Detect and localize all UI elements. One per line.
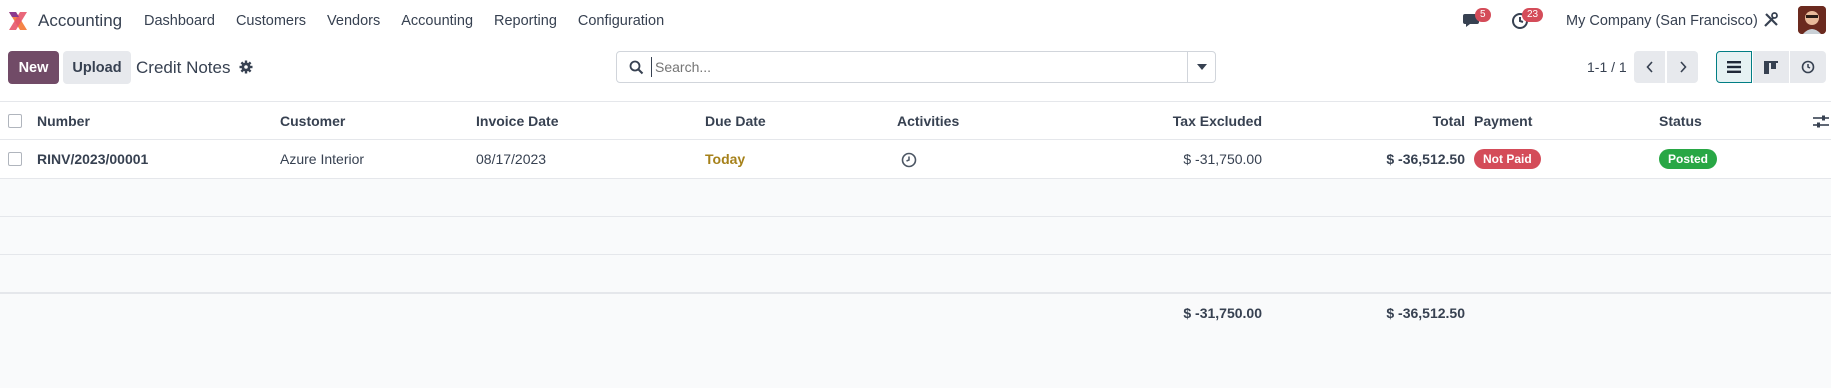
cell-number: RINV/2023/00001 — [37, 151, 149, 167]
status-badge: Posted — [1659, 149, 1718, 169]
search-options-toggle[interactable] — [1187, 52, 1215, 82]
kanban-view-button[interactable] — [1753, 51, 1789, 83]
menu-vendors[interactable]: Vendors — [327, 13, 380, 29]
menu-dashboard[interactable]: Dashboard — [144, 13, 215, 29]
table-header: Number Customer Invoice Date Due Date Ac… — [0, 102, 1831, 140]
company-switcher[interactable]: My Company (San Francisco) — [1566, 13, 1758, 29]
select-all-checkbox[interactable] — [8, 114, 22, 128]
column-customer[interactable]: Customer — [280, 113, 345, 129]
menu-configuration[interactable]: Configuration — [578, 13, 664, 29]
pager-previous-button[interactable] — [1634, 51, 1665, 83]
cell-tax-excluded: $ -31,750.00 — [1183, 151, 1262, 167]
upload-button[interactable]: Upload — [63, 51, 131, 84]
pager-value[interactable]: 1-1 / 1 — [1587, 59, 1627, 75]
caret-down-icon — [1196, 64, 1207, 70]
accounting-app-icon[interactable] — [7, 10, 29, 32]
column-number[interactable]: Number — [37, 113, 90, 129]
list-icon — [1727, 61, 1741, 73]
empty-row — [0, 217, 1831, 255]
control-panel: New Upload Credit Notes 1-1 / 1 — [0, 42, 1831, 102]
column-due-date[interactable]: Due Date — [705, 113, 766, 129]
clock-icon — [1801, 60, 1815, 74]
total-amount: $ -36,512.50 — [1386, 305, 1465, 321]
credit-notes-table: Number Customer Invoice Date Due Date Ac… — [0, 102, 1831, 333]
messages-badge: 5 — [1475, 8, 1491, 22]
pager-next-button[interactable] — [1667, 51, 1698, 83]
search-input[interactable] — [651, 57, 1171, 77]
menu-accounting[interactable]: Accounting — [401, 13, 473, 29]
cell-total: $ -36,512.50 — [1386, 151, 1465, 167]
cell-invoice-date: 08/17/2023 — [476, 151, 547, 167]
chevron-right-icon — [1679, 61, 1687, 73]
chevron-left-icon — [1645, 61, 1653, 73]
column-invoice-date[interactable]: Invoice Date — [476, 113, 558, 129]
kanban-icon — [1764, 60, 1778, 74]
page-title: Credit Notes — [136, 58, 231, 77]
empty-row — [0, 179, 1831, 217]
column-payment[interactable]: Payment — [1474, 113, 1532, 129]
cell-due-date: Today — [705, 151, 746, 167]
activity-clock-icon[interactable] — [901, 152, 917, 168]
activity-view-button[interactable] — [1790, 51, 1826, 83]
menu-reporting[interactable]: Reporting — [494, 13, 557, 29]
table-footer-totals: $ -31,750.00 $ -36,512.50 — [0, 293, 1831, 333]
new-button[interactable]: New — [8, 51, 59, 84]
cell-customer: Azure Interior — [280, 151, 365, 167]
total-tax-excluded: $ -31,750.00 — [1183, 305, 1262, 321]
column-total[interactable]: Total — [1300, 113, 1465, 129]
table-row[interactable]: RINV/2023/00001 Azure Interior 08/17/202… — [0, 140, 1831, 179]
search-bar — [616, 51, 1216, 83]
activities-badge: 23 — [1522, 8, 1544, 22]
main-menu: Dashboard Customers Vendors Accounting R… — [144, 13, 685, 29]
gear-icon[interactable] — [239, 60, 253, 74]
search-icon — [629, 60, 644, 75]
user-avatar[interactable] — [1798, 6, 1826, 34]
menu-customers[interactable]: Customers — [236, 13, 306, 29]
column-status[interactable]: Status — [1659, 113, 1702, 129]
optional-columns-icon[interactable] — [1813, 115, 1829, 128]
list-view-button[interactable] — [1716, 51, 1752, 83]
empty-row — [0, 255, 1831, 293]
debug-tools-icon[interactable] — [1762, 11, 1780, 29]
column-tax-excluded[interactable]: Tax Excluded — [1100, 113, 1262, 129]
column-activities[interactable]: Activities — [897, 113, 959, 129]
app-name[interactable]: Accounting — [38, 11, 122, 31]
row-checkbox[interactable] — [8, 152, 22, 166]
payment-status-badge: Not Paid — [1474, 149, 1541, 169]
top-navbar: Accounting Dashboard Customers Vendors A… — [0, 0, 1831, 42]
